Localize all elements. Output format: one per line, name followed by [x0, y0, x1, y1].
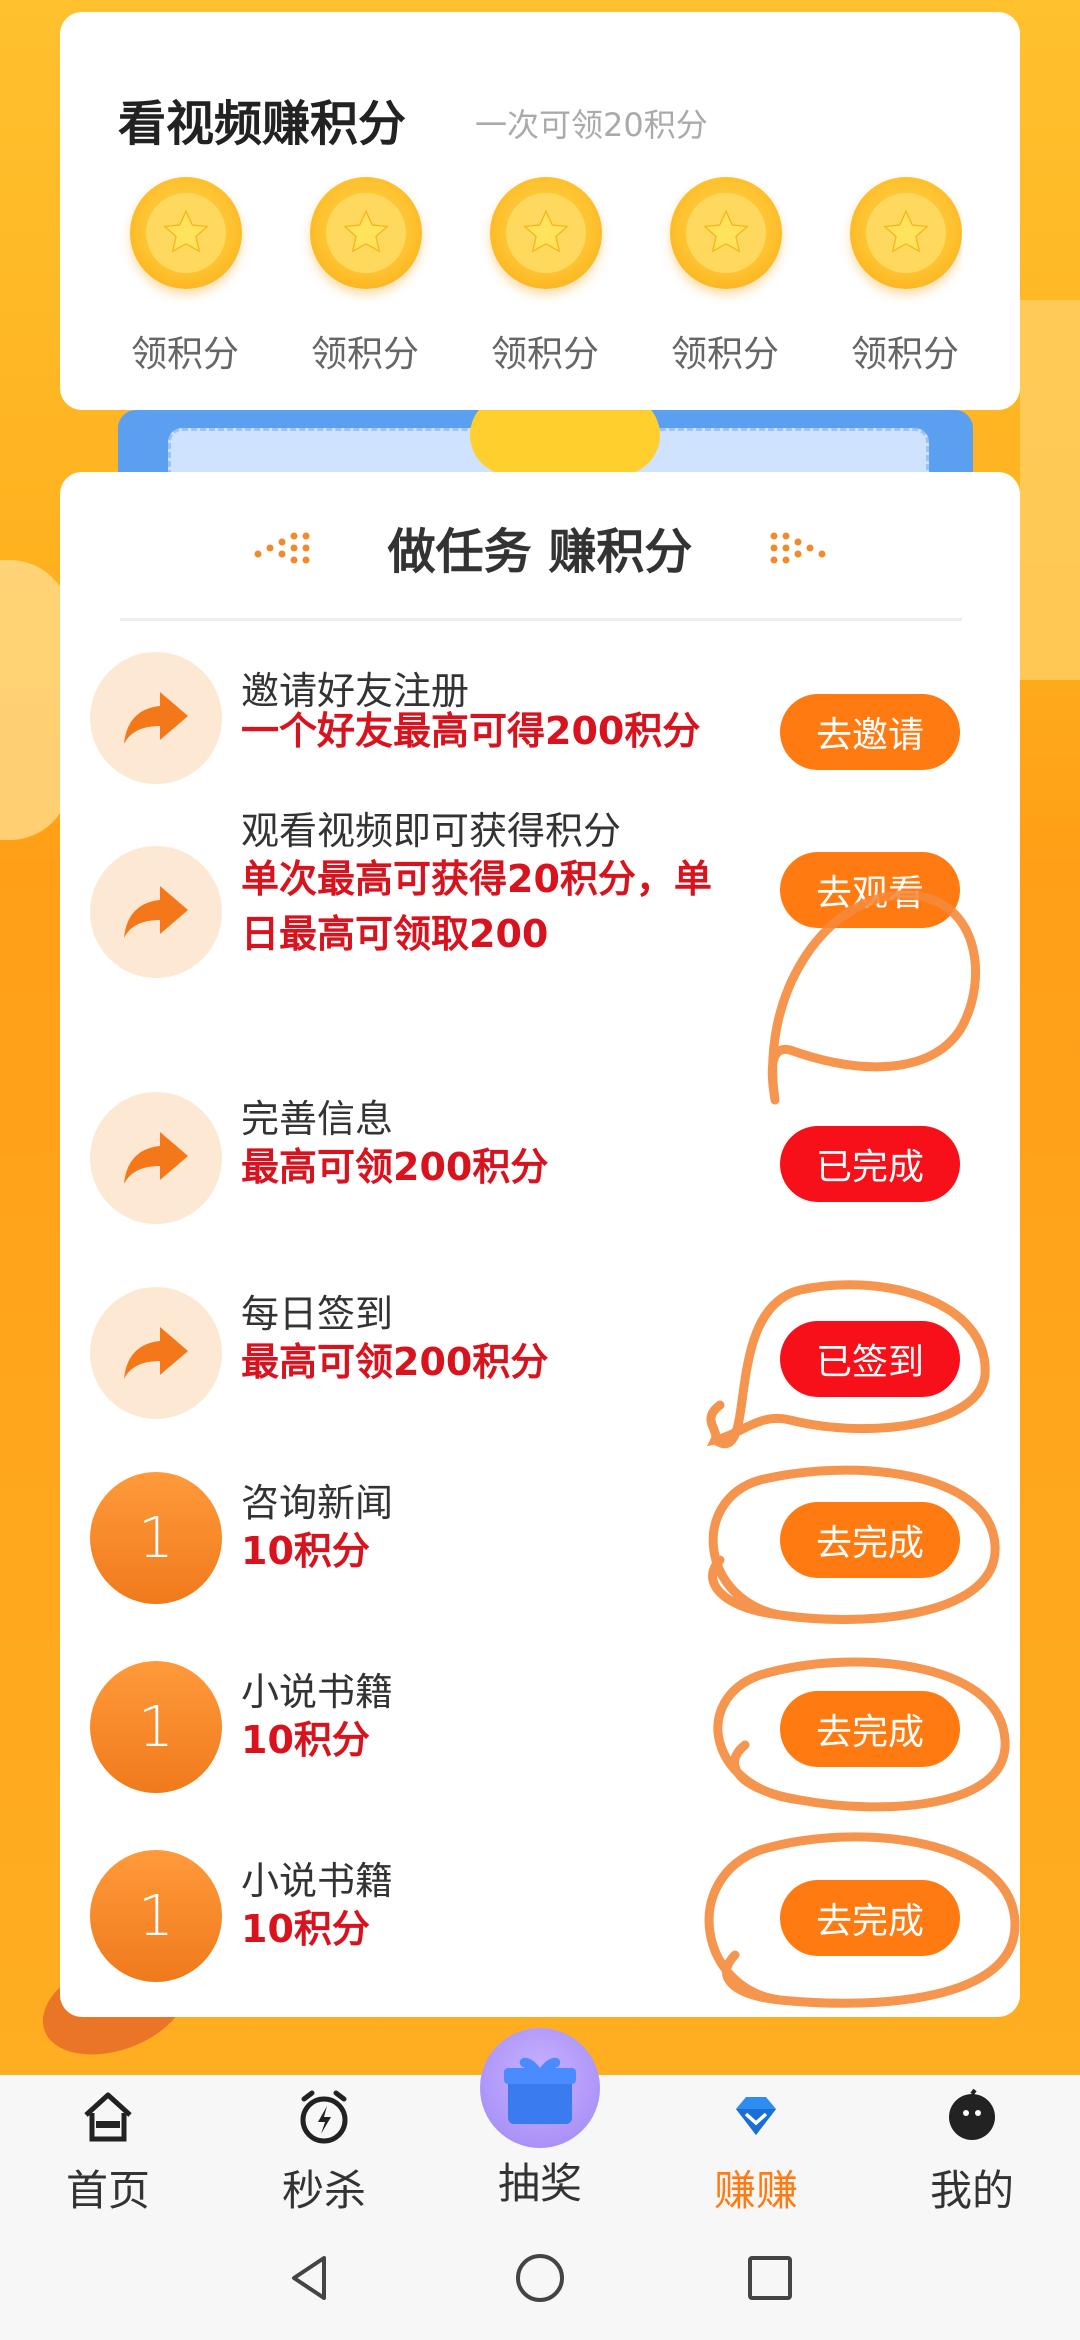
watch-button[interactable]: 去观看: [780, 852, 960, 928]
task-desc: 日最高可领取200: [241, 912, 549, 956]
video-card-title: 看视频赚积分: [118, 96, 407, 152]
coin-item[interactable]: 领积分: [280, 157, 430, 397]
task-card: 做任务 赚积分 邀请好友注册 一个好友最高可得200积分 去邀请 观看视频即可获…: [60, 472, 1020, 2017]
complete-button[interactable]: 去完成: [780, 1502, 960, 1578]
coin-icon[interactable]: [310, 177, 422, 289]
task-desc: 最高可领200积分: [241, 1340, 549, 1384]
back-icon[interactable]: [280, 2248, 340, 2308]
task-desc: 10积分: [241, 1907, 370, 1951]
coin-row[interactable]: 领积分 领积分 领积分 领积分 领积分: [100, 157, 962, 397]
task-title: 完善信息: [241, 1097, 394, 1141]
divider: [120, 618, 962, 621]
coin-icon[interactable]: [490, 177, 602, 289]
coin-label: 领积分: [130, 334, 239, 375]
profile-icon: [949, 2088, 995, 2140]
tab-label: 抽奖: [497, 2159, 582, 2208]
complete-button[interactable]: 去完成: [780, 1880, 960, 1956]
task-number-badge: 1: [90, 1472, 222, 1604]
home-icon: [84, 2092, 132, 2142]
task-desc: 10积分: [241, 1718, 370, 1762]
coin-label: 领积分: [310, 334, 419, 375]
home-circle-icon[interactable]: [510, 2248, 570, 2308]
coin-label: 领积分: [490, 334, 599, 375]
dots-decoration-icon: [770, 532, 826, 564]
share-arrow-icon: [90, 652, 222, 784]
coin-item[interactable]: 领积分: [460, 157, 610, 397]
share-arrow-icon: [90, 1092, 222, 1224]
checked-in-button[interactable]: 已签到: [780, 1321, 960, 1397]
tab-flash-sale[interactable]: 秒杀: [244, 2075, 404, 2218]
diamond-icon: [736, 2097, 776, 2135]
tab-profile[interactable]: 我的: [892, 2075, 1052, 2218]
decorative-building: [1020, 300, 1080, 680]
tab-label: 首页: [65, 2166, 150, 2215]
coin-item[interactable]: 领积分: [100, 157, 250, 397]
coin-icon[interactable]: [850, 177, 962, 289]
task-desc: 单次最高可获得20积分，单: [241, 857, 712, 901]
recents-icon[interactable]: [740, 2248, 800, 2308]
task-title: 小说书籍: [241, 1859, 394, 1903]
coin-icon[interactable]: [130, 177, 242, 289]
video-points-card: 看视频赚积分 一次可领20积分 领积分 领积分 领积分 领积分 领积分: [60, 12, 1020, 410]
task-number-badge: 1: [90, 1661, 222, 1793]
task-title: 小说书籍: [241, 1670, 394, 1714]
task-desc: 一个好友最高可得200积分: [241, 709, 701, 753]
task-title: 每日签到: [241, 1292, 394, 1336]
tab-home[interactable]: 首页: [28, 2075, 188, 2218]
video-card-subtitle: 一次可领20积分: [475, 106, 708, 144]
task-desc: 最高可领200积分: [241, 1145, 549, 1189]
invite-button[interactable]: 去邀请: [780, 694, 960, 770]
share-arrow-icon: [90, 1287, 222, 1419]
task-title: 观看视频即可获得积分: [241, 809, 622, 853]
tab-label: 赚赚: [713, 2166, 798, 2215]
lottery-button[interactable]: [480, 2028, 600, 2148]
tab-label: 秒杀: [281, 2166, 366, 2215]
completed-button[interactable]: 已完成: [780, 1126, 960, 1202]
coin-icon[interactable]: [670, 177, 782, 289]
system-navigation-bar: [0, 2218, 1080, 2340]
task-desc: 10积分: [241, 1529, 370, 1573]
coin-label: 领积分: [670, 334, 779, 375]
flash-clock-icon: [300, 2090, 348, 2144]
coin-item[interactable]: 领积分: [820, 157, 962, 397]
task-number-badge: 1: [90, 1850, 222, 1982]
task-section-title: 做任务 赚积分: [387, 524, 693, 580]
share-arrow-icon: [90, 846, 222, 978]
complete-button[interactable]: 去完成: [780, 1691, 960, 1767]
tab-label: 我的: [929, 2166, 1014, 2215]
coin-label: 领积分: [850, 334, 959, 375]
coin-item[interactable]: 领积分: [640, 157, 790, 397]
task-title: 咨询新闻: [241, 1481, 394, 1525]
gift-icon: [504, 2057, 576, 2124]
tab-earn[interactable]: 赚赚: [676, 2075, 836, 2218]
